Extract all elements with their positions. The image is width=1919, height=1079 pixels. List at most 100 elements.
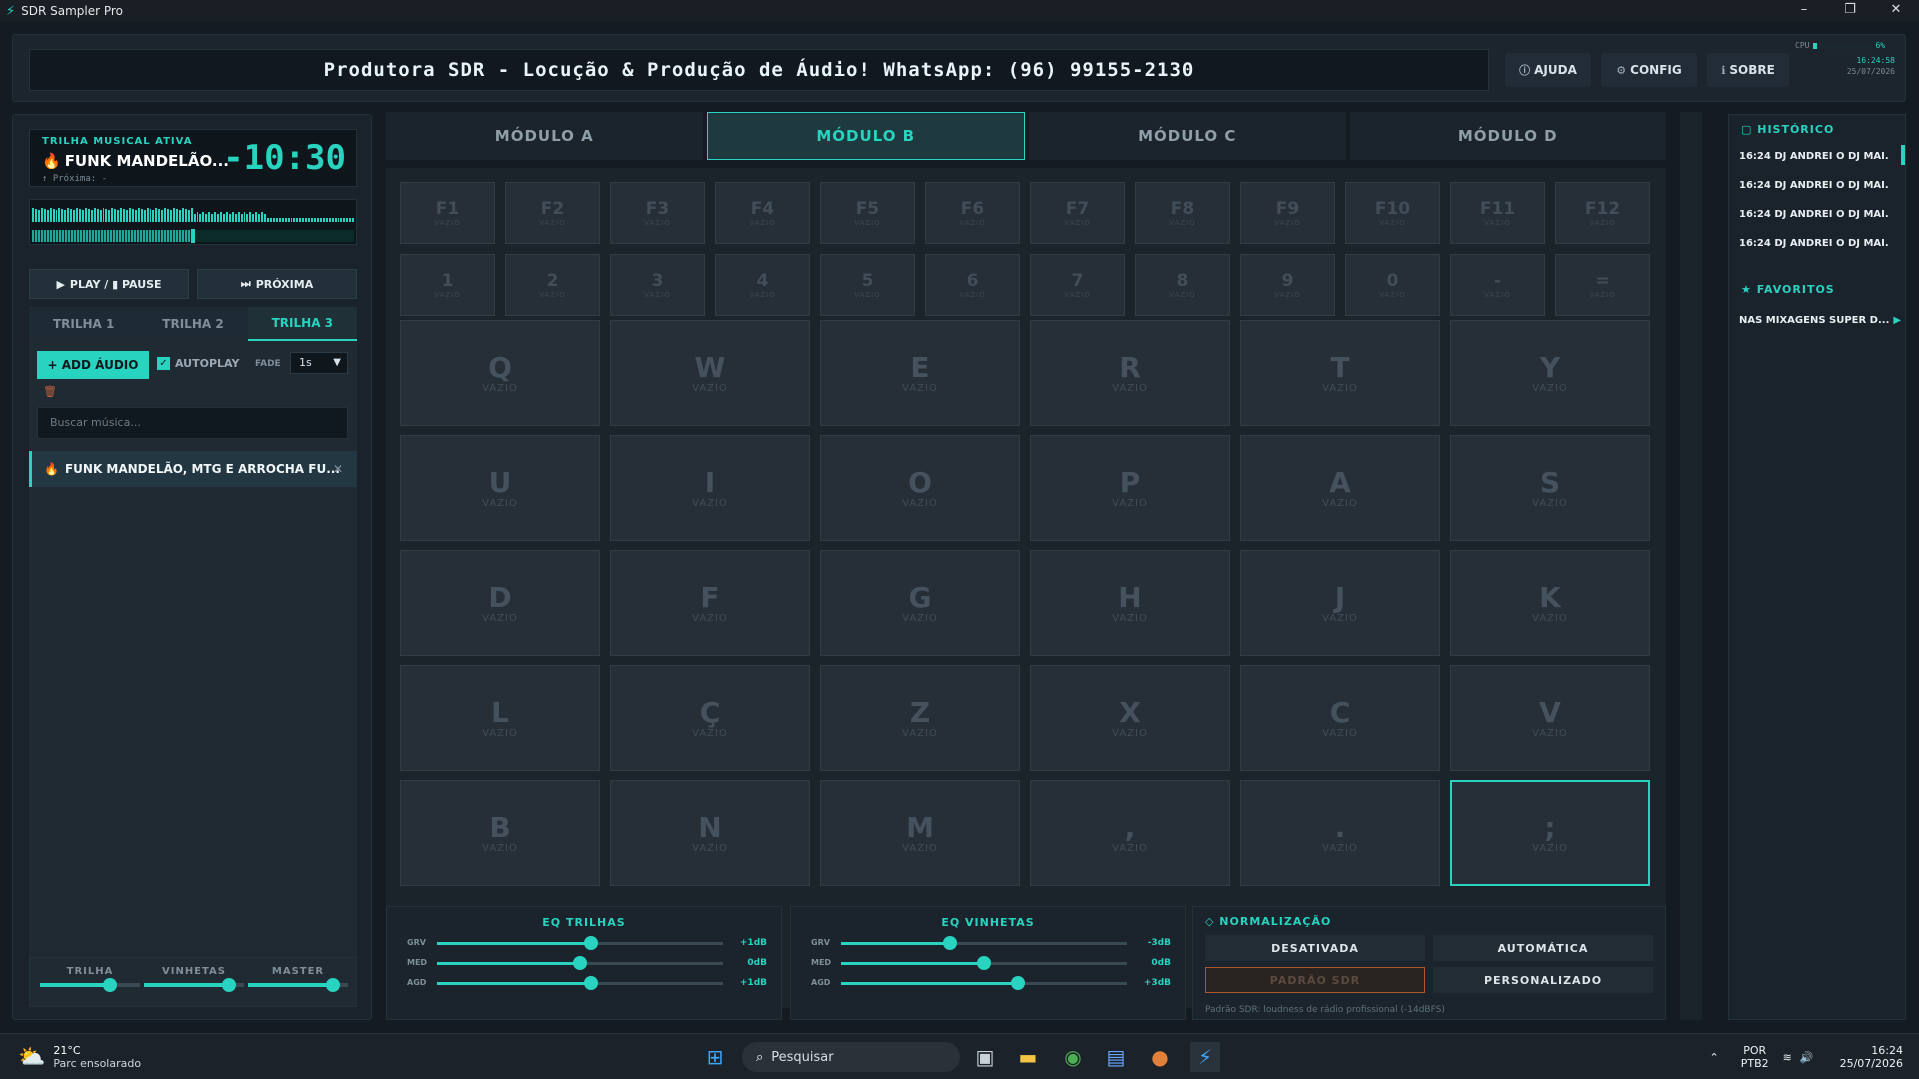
pad-num-4[interactable]: 5 VAZIO [820,254,915,316]
volume-trilha-slider[interactable] [40,978,140,992]
pad-f9[interactable]: F9 VAZIO [1240,182,1335,244]
history-item[interactable]: 16:24 DJ ANDREI O DJ MAI... [1739,180,1889,191]
pad-f8[interactable]: F8 VAZIO [1135,182,1230,244]
wifi-icon[interactable]: ≋ [1783,1051,1792,1064]
pad-f10[interactable]: F10 VAZIO [1345,182,1440,244]
eq-tracks-band-knob[interactable] [573,956,587,970]
pad-13[interactable]: F VAZIO [610,550,810,656]
history-item[interactable]: 16:24 DJ ANDREI O DJ MAI... [1739,209,1889,220]
eq-tracks-band-slider[interactable] [437,956,723,970]
pad-num-11[interactable]: = VAZIO [1555,254,1650,316]
close-icon[interactable]: ✕ [1873,0,1919,22]
progress-bar[interactable] [32,229,354,243]
task-view-icon[interactable]: ▣ [970,1042,1000,1072]
speaker-icon[interactable]: 🔊 [1800,1051,1814,1064]
about-button[interactable]: ℹ SOBRE [1707,53,1789,87]
pad-14[interactable]: G VAZIO [820,550,1020,656]
play-icon[interactable]: ▶ [1893,315,1901,326]
normalization-custom-button[interactable]: PERSONALIZADO [1433,967,1653,993]
pad-num-7[interactable]: 8 VAZIO [1135,254,1230,316]
pad-num-9[interactable]: 0 VAZIO [1345,254,1440,316]
normalization-auto-button[interactable]: AUTOMÁTICA [1433,935,1653,961]
pad-29[interactable]: ; VAZIO [1450,780,1650,886]
language-indicator[interactable]: POR PTB2 [1741,1044,1769,1070]
pad-18[interactable]: L VAZIO [400,665,600,771]
pad-19[interactable]: Ç VAZIO [610,665,810,771]
pad-f6[interactable]: F6 VAZIO [925,182,1020,244]
notepad-icon[interactable]: ▤ [1101,1042,1131,1072]
app-avatar-icon[interactable]: ● [1145,1042,1175,1072]
pad-num-0[interactable]: 1 VAZIO [400,254,495,316]
pad-4[interactable]: T VAZIO [1240,320,1440,426]
pad-3[interactable]: R VAZIO [1030,320,1230,426]
tab-trilha-3[interactable]: TRILHA 3 [247,307,357,341]
volume-master-knob[interactable] [326,978,340,992]
pad-17[interactable]: K VAZIO [1450,550,1650,656]
pad-f2[interactable]: F2 VAZIO [505,182,600,244]
pad-27[interactable]: , VAZIO [1030,780,1230,886]
autoplay-toggle[interactable]: ✓ AUTOPLAY [157,357,239,370]
normalization-sdr-button[interactable]: PADRÃO SDR [1205,967,1425,993]
pad-12[interactable]: D VAZIO [400,550,600,656]
sdr-sampler-taskbar-icon[interactable]: ⚡ [1190,1042,1220,1072]
minimize-icon[interactable]: – [1781,0,1827,22]
pad-21[interactable]: X VAZIO [1030,665,1230,771]
pad-num-8[interactable]: 9 VAZIO [1240,254,1335,316]
eq-jingles-band-slider[interactable] [841,956,1127,970]
next-button[interactable]: ⏭ PRÓXIMA [197,269,357,299]
history-item[interactable]: 16:24 DJ ANDREI O DJ MAI... [1739,151,1889,162]
pad-10[interactable]: A VAZIO [1240,435,1440,541]
pad-24[interactable]: B VAZIO [400,780,600,886]
eq-jingles-band-slider[interactable] [841,976,1127,990]
pad-20[interactable]: Z VAZIO [820,665,1020,771]
pad-f4[interactable]: F4 VAZIO [715,182,810,244]
pad-7[interactable]: I VAZIO [610,435,810,541]
pad-num-5[interactable]: 6 VAZIO [925,254,1020,316]
checkbox-checked-icon[interactable]: ✓ [157,357,170,370]
eq-tracks-band-slider[interactable] [437,936,723,950]
pad-25[interactable]: N VAZIO [610,780,810,886]
tab-module-d[interactable]: MÓDULO D [1349,112,1666,160]
pad-num-2[interactable]: 3 VAZIO [610,254,705,316]
play-pause-button[interactable]: ▶ PLAY / ▮ PAUSE [29,269,189,299]
pad-8[interactable]: O VAZIO [820,435,1020,541]
pad-f5[interactable]: F5 VAZIO [820,182,915,244]
music-search-input[interactable]: Buscar música... [37,407,348,439]
tab-trilha-1[interactable]: TRILHA 1 [29,307,138,341]
weather-widget[interactable]: ⛅ 21°C Parc ensolarado [18,1044,141,1070]
pad-22[interactable]: C VAZIO [1240,665,1440,771]
pad-1[interactable]: W VAZIO [610,320,810,426]
pad-6[interactable]: U VAZIO [400,435,600,541]
volume-master-slider[interactable] [248,978,348,992]
eq-jingles-band-knob[interactable] [1011,976,1026,990]
pad-16[interactable]: J VAZIO [1240,550,1440,656]
eq-tracks-band-slider[interactable] [437,976,723,990]
pad-23[interactable]: V VAZIO [1450,665,1650,771]
taskbar-search[interactable]: ⌕ Pesquisar [742,1042,960,1072]
history-item[interactable]: 16:24 DJ ANDREI O DJ MAI... [1739,238,1889,249]
pad-9[interactable]: P VAZIO [1030,435,1230,541]
eq-jingles-band-knob[interactable] [942,936,957,950]
trash-icon[interactable]: 🗑 [43,385,57,398]
favorite-item[interactable]: NAS MIXAGENS SUPER D... ▶ [1739,315,1901,326]
chrome-icon[interactable]: ◉ [1058,1042,1088,1072]
tab-trilha-2[interactable]: TRILHA 2 [138,307,247,341]
volume-vinhetas-knob[interactable] [222,978,236,992]
pad-5[interactable]: Y VAZIO [1450,320,1650,426]
pad-num-1[interactable]: 2 VAZIO [505,254,600,316]
volume-trilha-knob[interactable] [103,978,117,992]
file-explorer-icon[interactable]: ▬ [1013,1042,1043,1072]
tray-expand-icon[interactable]: ⌃ [1710,1051,1719,1064]
eq-jingles-band-knob[interactable] [977,956,991,970]
pad-f3[interactable]: F3 VAZIO [610,182,705,244]
pad-num-6[interactable]: 7 VAZIO [1030,254,1125,316]
pad-f1[interactable]: F1 VAZIO [400,182,495,244]
pad-num-10[interactable]: - VAZIO [1450,254,1545,316]
pad-f7[interactable]: F7 VAZIO [1030,182,1125,244]
track-list-item[interactable]: 🔥 FUNK MANDELÃO, MTG E ARROCHA FU... ✕ [29,451,357,487]
tab-module-b[interactable]: MÓDULO B [706,112,1025,160]
tab-module-c[interactable]: MÓDULO C [1029,112,1346,160]
normalization-off-button[interactable]: DESATIVADA [1205,935,1425,961]
pad-11[interactable]: S VAZIO [1450,435,1650,541]
volume-vinhetas-slider[interactable] [144,978,244,992]
